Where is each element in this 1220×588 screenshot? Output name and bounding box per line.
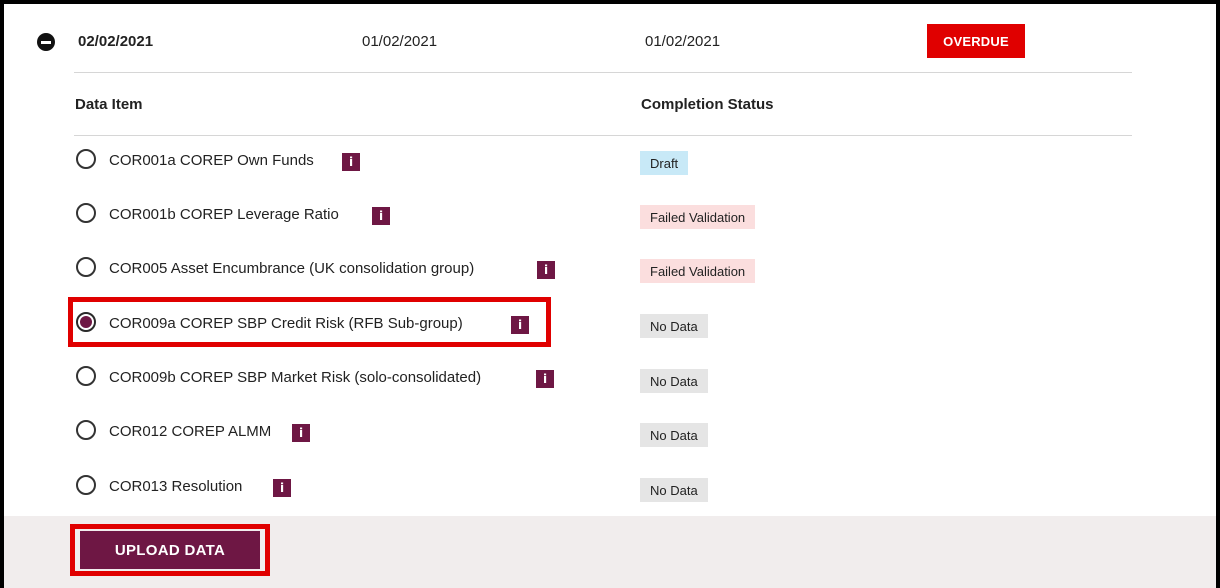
info-icon[interactable]: i <box>342 153 360 171</box>
due-date: 01/02/2021 <box>645 33 721 50</box>
status-badge: Draft <box>640 151 689 175</box>
info-icon[interactable]: i <box>511 316 529 334</box>
data-item-radio[interactable] <box>76 475 96 495</box>
info-icon[interactable]: i <box>292 424 310 442</box>
info-icon[interactable]: i <box>537 261 555 279</box>
data-item-radio[interactable] <box>76 420 96 440</box>
column-header-completion-status: Completion Status <box>641 96 774 113</box>
upload-data-button[interactable]: UPLOAD DATA <box>80 531 260 569</box>
data-item-radio[interactable] <box>76 203 96 223</box>
info-icon[interactable]: i <box>273 479 291 497</box>
status-badge: Failed Validation <box>640 205 756 229</box>
submission-panel: 02/02/2021 01/02/2021 01/02/2021 OVERDUE… <box>4 4 1216 588</box>
data-item-label: COR009b COREP SBP Market Risk (solo-cons… <box>109 369 482 386</box>
data-item-radio-selected[interactable] <box>76 312 96 332</box>
start-date: 01/02/2021 <box>362 33 438 50</box>
overdue-badge: OVERDUE <box>927 24 1025 58</box>
status-badge: No Data <box>640 314 708 338</box>
status-badge: No Data <box>640 423 708 447</box>
data-item-label: COR013 Resolution <box>109 478 243 495</box>
data-item-label: COR001a COREP Own Funds <box>109 152 314 169</box>
column-header-data-item: Data Item <box>75 96 143 113</box>
status-badge: No Data <box>640 478 708 502</box>
info-icon[interactable]: i <box>372 207 390 225</box>
reporting-date: 02/02/2021 <box>78 33 154 50</box>
status-badge: No Data <box>640 369 708 393</box>
data-item-label: COR005 Asset Encumbrance (UK consolidati… <box>109 260 475 277</box>
divider <box>74 135 1132 136</box>
collapse-icon[interactable] <box>37 33 55 51</box>
data-item-label: COR012 COREP ALMM <box>109 423 272 440</box>
data-item-label: COR001b COREP Leverage Ratio <box>109 206 339 223</box>
data-item-radio[interactable] <box>76 149 96 169</box>
info-icon[interactable]: i <box>536 370 554 388</box>
divider <box>74 72 1132 73</box>
data-item-radio[interactable] <box>76 257 96 277</box>
status-badge: Failed Validation <box>640 259 756 283</box>
data-item-label: COR009a COREP SBP Credit Risk (RFB Sub-g… <box>109 315 463 332</box>
data-item-radio[interactable] <box>76 366 96 386</box>
